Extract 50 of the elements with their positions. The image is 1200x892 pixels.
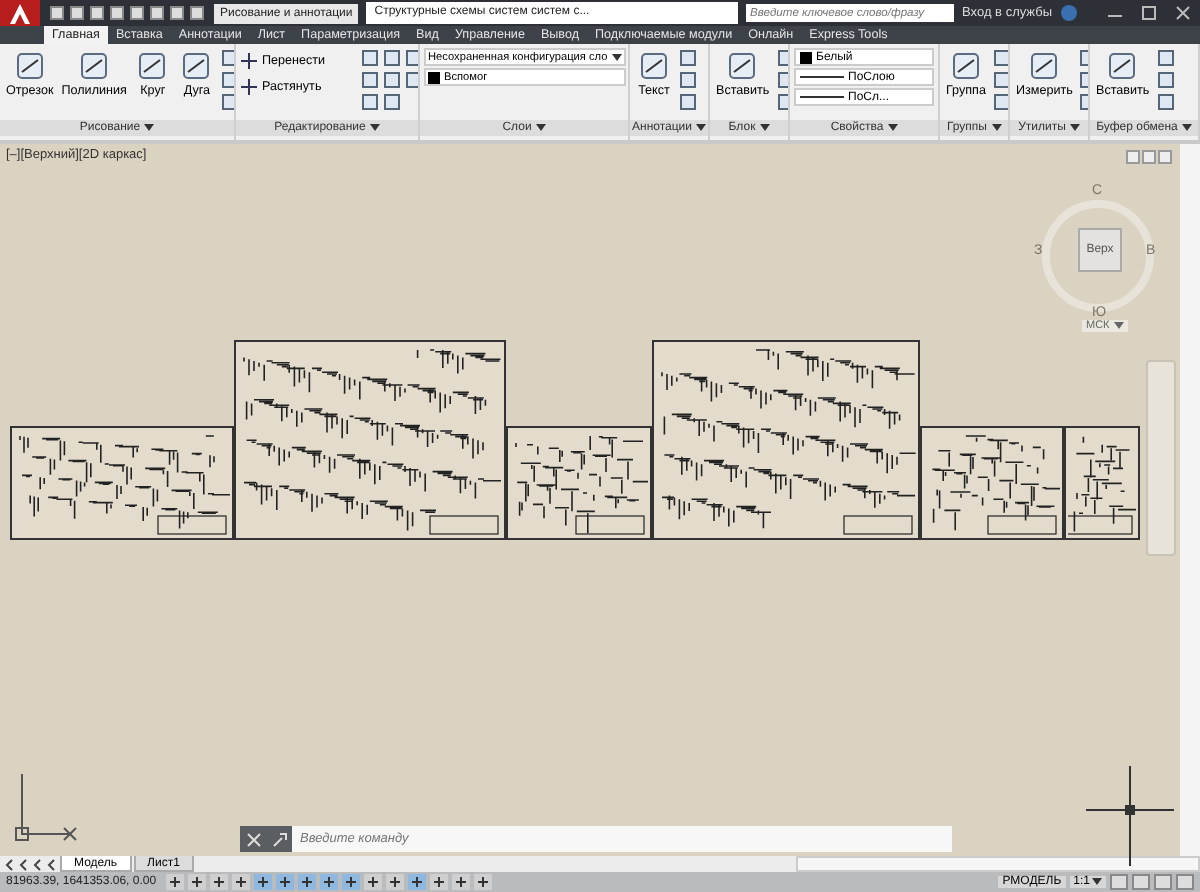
plus-icon xyxy=(240,77,258,95)
tool-icon xyxy=(724,50,761,82)
caret-icon xyxy=(1181,124,1192,132)
tool-icon xyxy=(947,50,984,82)
status-toggle-icon[interactable] xyxy=(320,874,338,890)
caret-icon xyxy=(759,124,770,132)
caret-icon xyxy=(696,124,706,132)
status-toggle-icon[interactable] xyxy=(364,874,382,890)
caret-icon xyxy=(611,53,622,61)
status-toggle-icon[interactable] xyxy=(254,874,272,890)
help-icon[interactable] xyxy=(1060,4,1078,22)
tool-icon[interactable] xyxy=(1155,92,1176,112)
application-menu-button[interactable] xyxy=(0,0,40,26)
tool-icon xyxy=(1104,50,1141,82)
status-toggle-icon[interactable] xyxy=(408,874,426,890)
status-toggle-icon[interactable] xyxy=(166,874,184,890)
status-toggle-icon[interactable] xyxy=(386,874,404,890)
crosshair-cursor xyxy=(1086,766,1174,866)
caret-icon xyxy=(369,124,380,132)
caret-icon xyxy=(991,124,1001,132)
status-toggle-icon[interactable] xyxy=(342,874,360,890)
tool-icon xyxy=(76,50,113,82)
ucs-axis-icon xyxy=(14,774,78,842)
maximize-icon[interactable] xyxy=(1140,4,1158,22)
status-toggle-icon[interactable] xyxy=(210,874,228,890)
caret-icon xyxy=(1092,878,1102,886)
status-toggle-icon[interactable] xyxy=(188,874,206,890)
caret-icon xyxy=(144,124,155,132)
horizontal-scrollbar[interactable] xyxy=(796,856,1200,872)
caret-icon xyxy=(887,124,898,132)
tool-icon xyxy=(1026,50,1063,82)
tool-icon xyxy=(636,50,672,82)
status-toggle-icon[interactable] xyxy=(430,874,448,890)
status-toggle-icon[interactable] xyxy=(474,874,492,890)
status-toggle-icon[interactable] xyxy=(452,874,470,890)
tool-icon xyxy=(134,50,171,82)
tool-icon xyxy=(11,50,48,82)
vertical-scrollbar[interactable] xyxy=(1180,144,1200,856)
tool-icon xyxy=(178,50,215,82)
status-toggle-icon[interactable] xyxy=(276,874,294,890)
tool-icon[interactable] xyxy=(1155,48,1176,68)
caret-icon xyxy=(1069,124,1080,132)
caret-icon xyxy=(535,124,546,132)
close-icon[interactable] xyxy=(245,831,261,847)
status-toggle-icon[interactable] xyxy=(298,874,316,890)
close-icon[interactable] xyxy=(1174,4,1192,22)
tool-icon[interactable] xyxy=(1155,70,1176,90)
status-toggle-icon[interactable] xyxy=(232,874,250,890)
caret-icon xyxy=(1113,322,1124,330)
plus-icon xyxy=(240,51,258,69)
